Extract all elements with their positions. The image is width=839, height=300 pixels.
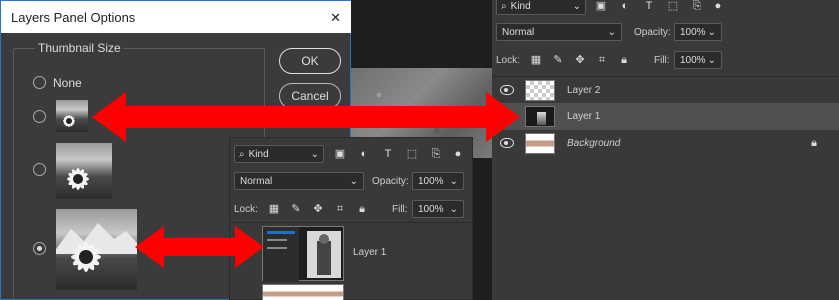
screenshot: Layers Panel Options ✕ Thumbnail Size No… bbox=[0, 0, 839, 300]
annotation-arrows bbox=[92, 92, 520, 268]
double-arrow-icon bbox=[92, 92, 520, 142]
double-arrow-icon bbox=[135, 226, 264, 268]
